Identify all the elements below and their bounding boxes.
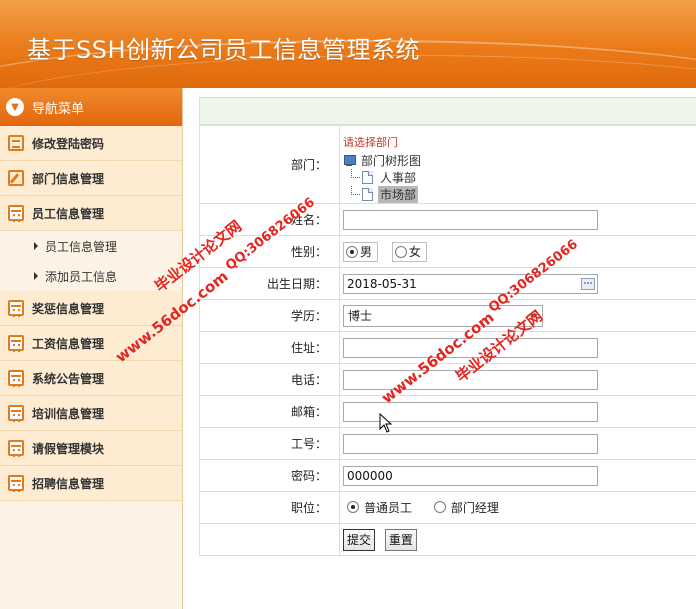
email-label: 邮箱： <box>199 395 340 428</box>
calendar-icon[interactable] <box>581 277 595 290</box>
password-label: 密码： <box>199 459 340 492</box>
tree-node-hr[interactable]: 人事部 <box>351 169 696 186</box>
triangle-right-icon <box>34 242 38 250</box>
edit-icon <box>8 170 24 186</box>
calendar-icon <box>8 370 24 387</box>
sidebar: ▼ 导航菜单 修改登陆密码 部门信息管理 员工信息管理 员工信息管理 添加员工信… <box>0 88 183 609</box>
position-staff-label: 普通员工 <box>364 500 413 515</box>
calendar-icon <box>8 440 24 457</box>
chat-icon <box>8 135 24 151</box>
document-icon <box>362 188 373 201</box>
tree-node-label: 人事部 <box>380 171 417 185</box>
triangle-right-icon <box>34 272 38 280</box>
sidebar-item-label: 部门信息管理 <box>32 171 105 186</box>
nav-title: 导航菜单 <box>32 101 85 117</box>
dept-tree: 请选择部门 部门树形图 人事部 市场部 <box>339 125 696 204</box>
phone-label: 电话： <box>199 363 340 396</box>
chevron-down-icon: ▼ <box>6 98 24 116</box>
calendar-icon <box>8 405 24 422</box>
dept-hint: 请选择部门 <box>343 136 398 149</box>
sidebar-item-salary[interactable]: 工资信息管理 <box>0 326 182 361</box>
sidebar-item-training[interactable]: 培训信息管理 <box>0 396 182 431</box>
content-top-bar <box>199 97 696 125</box>
position-manager-radio[interactable]: 部门经理 <box>433 499 499 516</box>
name-input[interactable] <box>343 209 598 230</box>
sidebar-subitem-employee-manage[interactable]: 员工信息管理 <box>0 231 182 261</box>
empno-label: 工号： <box>199 427 340 460</box>
app-title: 基于SSH创新公司员工信息管理系统 <box>27 36 421 64</box>
radio-unchecked-icon <box>394 245 407 258</box>
sidebar-item-recruit[interactable]: 招聘信息管理 <box>0 466 182 501</box>
sidebar-item-label: 招聘信息管理 <box>32 476 105 491</box>
position-label: 职位： <box>199 491 340 524</box>
tree-node-label-selected: 市场部 <box>378 186 419 203</box>
sidebar-item-leave[interactable]: 请假管理模块 <box>0 431 182 466</box>
mouse-cursor-icon <box>379 413 393 433</box>
sidebar-item-label: 修改登陆密码 <box>32 136 105 151</box>
sidebar-item-label: 请假管理模块 <box>32 441 105 456</box>
tree-root[interactable]: 部门树形图 <box>343 152 696 169</box>
birth-input[interactable] <box>343 273 598 294</box>
sidebar-item-label: 系统公告管理 <box>32 371 105 386</box>
calendar-icon <box>8 335 24 352</box>
empno-input[interactable] <box>343 433 598 454</box>
sidebar-subitem-employee-add[interactable]: 添加员工信息 <box>0 261 182 291</box>
actions-label-cell <box>199 523 340 556</box>
calendar-icon <box>8 475 24 492</box>
position-manager-label: 部门经理 <box>450 500 499 515</box>
gender-female-label: 女 <box>408 245 421 259</box>
sidebar-subitem-label: 员工信息管理 <box>45 239 118 254</box>
phone-input[interactable] <box>343 369 598 390</box>
dept-label: 部门： <box>199 125 340 204</box>
document-icon <box>362 171 373 184</box>
edu-label: 学历： <box>199 299 340 332</box>
calendar-icon <box>8 205 24 222</box>
sidebar-item-change-password[interactable]: 修改登陆密码 <box>0 126 182 161</box>
position-staff-radio[interactable]: 普通员工 <box>347 499 412 516</box>
password-input[interactable] <box>343 465 598 486</box>
edu-select[interactable]: 博士 <box>343 304 543 327</box>
main-content: 部门： 请选择部门 部门树形图 人事部 市场部 姓名： 性别： 男 女 出生日期… <box>199 97 696 556</box>
computer-icon <box>343 154 356 167</box>
sidebar-item-notice[interactable]: 系统公告管理 <box>0 361 182 396</box>
reset-button[interactable]: 重置 <box>384 528 417 551</box>
name-label: 姓名： <box>199 203 340 236</box>
tree-root-label: 部门树形图 <box>361 154 422 168</box>
gender-male-label: 男 <box>360 245 373 259</box>
edu-selected-value: 博士 <box>348 309 373 323</box>
address-input[interactable] <box>343 337 598 358</box>
address-label: 住址： <box>199 331 340 364</box>
submit-button[interactable]: 提交 <box>343 528 376 551</box>
employee-form: 部门： 请选择部门 部门树形图 人事部 市场部 姓名： 性别： 男 女 出生日期… <box>199 125 696 556</box>
sidebar-item-employee[interactable]: 员工信息管理 <box>0 196 182 231</box>
sidebar-item-rewards[interactable]: 奖惩信息管理 <box>0 291 182 326</box>
chevron-down-icon <box>530 313 538 318</box>
tree-node-market[interactable]: 市场部 <box>351 186 696 203</box>
sidebar-item-label: 奖惩信息管理 <box>32 301 105 316</box>
gender-label: 性别： <box>199 235 340 268</box>
tree-connector <box>351 186 360 195</box>
sidebar-item-label: 员工信息管理 <box>32 206 105 221</box>
birth-date-field <box>343 273 598 294</box>
gender-female-radio[interactable]: 女 <box>391 241 427 262</box>
radio-checked-icon <box>346 245 358 258</box>
sidebar-item-department[interactable]: 部门信息管理 <box>0 161 182 196</box>
sidebar-subitem-label: 添加员工信息 <box>45 269 118 284</box>
sidebar-item-label: 工资信息管理 <box>32 336 105 351</box>
calendar-icon <box>8 300 24 317</box>
birth-label: 出生日期： <box>199 267 340 300</box>
app-header: 基于SSH创新公司员工信息管理系统 <box>0 0 696 88</box>
sidebar-item-label: 培训信息管理 <box>32 406 105 421</box>
gender-male-radio[interactable]: 男 <box>343 241 379 262</box>
radio-checked-icon <box>347 501 359 514</box>
nav-header[interactable]: ▼ 导航菜单 <box>0 88 182 126</box>
radio-unchecked-icon <box>433 501 446 514</box>
tree-connector <box>351 169 360 178</box>
